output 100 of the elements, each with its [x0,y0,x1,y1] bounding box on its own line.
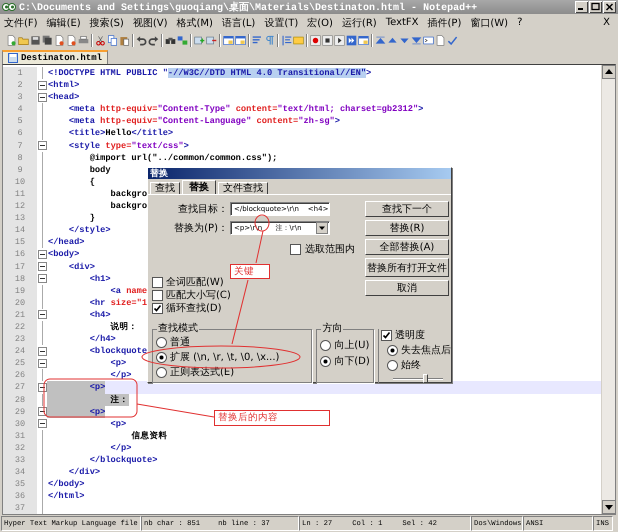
menu-item[interactable]: 语言(L) [222,16,256,30]
checkbox[interactable] [152,290,163,300]
window-icon[interactable] [358,34,369,46]
record-icon[interactable] [310,34,321,46]
minimize-button[interactable] [575,1,588,13]
menu-item[interactable]: 宏(O) [307,16,333,30]
menu-item[interactable]: 运行(R) [342,16,377,30]
menu-item[interactable]: 窗口(W) [470,16,508,30]
line-number: 23 [3,333,37,346]
code-line: <h1> [88,272,111,285]
checkbox[interactable] [380,330,392,340]
code-line: <a name [110,284,148,297]
copy-icon[interactable] [107,34,118,46]
code-line: <p> [110,357,126,370]
checkbox[interactable] [152,302,163,314]
close-document-button[interactable]: X [603,17,614,28]
open-folder-icon[interactable] [18,34,29,46]
field-label: 替换为(P)： [173,222,229,235]
line-number: 33 [3,454,37,466]
window-icon[interactable] [235,34,246,46]
zoom-out-icon[interactable] [206,34,217,46]
print-icon[interactable] [78,34,89,46]
radio-button[interactable] [320,356,332,366]
save-all-icon[interactable] [42,34,53,46]
fast-forward-icon[interactable] [346,34,357,46]
dialog-button[interactable]: 取消 [365,280,449,296]
zoom-in-icon[interactable] [194,34,205,46]
scroll-up-icon[interactable] [602,65,616,79]
fold-toggle-icon[interactable] [38,274,46,284]
dialog-button[interactable]: 替换所有打开文件 [365,258,449,277]
fold-toggle-icon[interactable] [38,310,46,320]
down-arrow-icon[interactable] [411,34,422,46]
close-all-icon[interactable] [66,34,77,46]
scrollbar[interactable] [601,65,615,514]
fold-toggle-icon[interactable] [38,407,46,416]
close-file-icon[interactable] [54,34,65,46]
window-title: C:\Documents and Settings\guoqiang\桌面\Materials\Destinaton.html - Notepad++ [19,0,478,14]
radio-button[interactable] [386,360,398,370]
menu-item[interactable]: 视图(V) [132,16,168,30]
code-line: <meta http-equiv="Content-Type" content="text/html; charset=gb2312"> [68,103,424,116]
terminal-icon[interactable] [423,34,434,46]
dialog-button[interactable]: 替换(R) [365,220,449,236]
dialog-button[interactable]: 全部替换(A) [365,239,449,255]
fold-toggle-icon[interactable] [38,262,46,272]
radio-button[interactable] [156,352,167,362]
line-number: 22 [3,320,37,334]
dialog-tab[interactable]: 文件查找 [218,182,268,194]
redo-icon[interactable] [148,34,159,46]
menu-item[interactable]: 格式(M) [176,16,213,30]
document-tab[interactable]: Destinaton.html [2,50,108,64]
app-icon [2,2,16,12]
paste-icon[interactable] [119,34,130,46]
checkbox[interactable] [290,244,301,254]
replace-icon[interactable] [177,34,188,46]
fold-toggle-icon[interactable] [38,141,46,150]
line-number: 28 [3,394,37,406]
code-line: <p> [110,418,126,430]
fold-toggle-icon[interactable] [38,382,46,392]
menu-item[interactable]: 文件(F) [4,16,38,30]
fold-toggle-icon[interactable] [38,419,46,428]
menu-item[interactable]: 编辑(E) [46,16,81,30]
code-line: <hr size="1 [88,296,148,309]
undo-icon[interactable] [136,34,147,46]
menu-item[interactable]: ? [517,17,522,28]
checkbox[interactable] [152,276,163,288]
code-line: { [88,176,95,188]
code-line: </style> [68,224,111,236]
scroll-down-icon[interactable] [602,500,616,514]
menu-item[interactable]: 搜索(S) [90,16,124,30]
up-arrow-icon[interactable] [375,34,386,46]
cut-icon[interactable] [95,34,106,46]
indent-guide-icon[interactable] [281,34,292,46]
menu-item[interactable]: 设置(T) [264,16,298,30]
line-number: 19 [3,284,37,297]
fold-toggle-icon[interactable] [38,346,46,356]
radio-button[interactable] [320,340,332,350]
window-icon[interactable] [223,34,234,46]
line-number: 31 [3,430,37,442]
fold-toggle-icon[interactable] [38,80,46,90]
new-file-icon[interactable] [6,34,17,46]
radio-button[interactable] [156,366,167,378]
fold-toggle-icon[interactable] [38,92,46,102]
dialog-tab[interactable]: 查找 [150,182,180,194]
dialog-tab[interactable]: 替换 [182,180,216,194]
slider-thumb[interactable] [423,374,428,383]
fold-toggle-icon[interactable] [38,358,46,368]
menu-item[interactable]: 插件(P) [428,16,462,30]
word-wrap-icon[interactable] [252,34,263,46]
radio-button[interactable] [156,336,167,348]
checkmark-icon[interactable] [447,34,458,46]
stop-icon[interactable] [322,34,333,46]
close-button[interactable] [603,1,616,13]
dialog-button[interactable]: 查找下一个 [365,201,449,217]
save-icon[interactable] [30,34,41,46]
fold-toggle-icon[interactable] [38,250,46,259]
play-icon[interactable] [334,34,345,46]
page-icon[interactable] [435,34,446,46]
radio-button[interactable] [386,344,398,356]
menu-item[interactable]: TextFX [386,17,419,28]
maximize-button[interactable] [589,1,602,13]
